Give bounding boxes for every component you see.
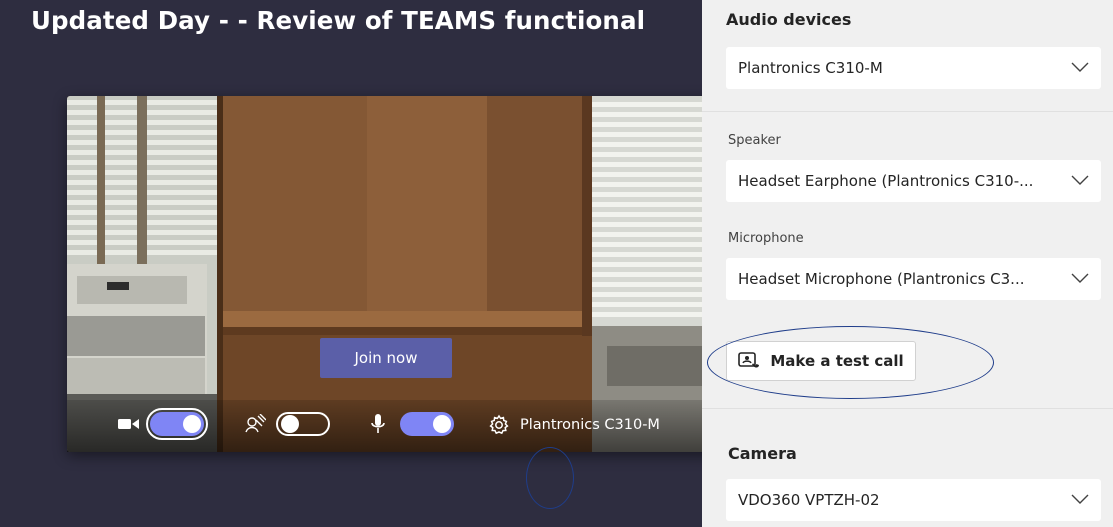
toggle-knob bbox=[183, 415, 201, 433]
toggle-knob bbox=[433, 415, 451, 433]
annotation-ellipse bbox=[707, 326, 994, 399]
speaker-value: Headset Earphone (Plantronics C310-... bbox=[738, 172, 1034, 190]
speaker-select[interactable]: Headset Earphone (Plantronics C310-... bbox=[726, 160, 1101, 202]
microphone-icon bbox=[370, 413, 386, 435]
chevron-down-icon bbox=[1071, 175, 1089, 185]
toggle-knob bbox=[281, 415, 299, 433]
camera-title: Camera bbox=[728, 444, 797, 463]
chevron-down-icon bbox=[1071, 494, 1089, 504]
microphone-value: Headset Microphone (Plantronics C3... bbox=[738, 270, 1025, 288]
audio-devices-title: Audio devices bbox=[726, 10, 852, 29]
join-now-button[interactable]: Join now bbox=[320, 338, 452, 378]
section-divider bbox=[702, 111, 1113, 112]
background-blur-toggle[interactable] bbox=[276, 412, 330, 436]
meeting-title: Updated Day - - Review of TEAMS function… bbox=[31, 6, 646, 35]
camera-toggle[interactable] bbox=[146, 408, 208, 440]
annotation-circle bbox=[526, 447, 574, 509]
gear-icon[interactable] bbox=[488, 414, 510, 436]
camera-value: VDO360 VPTZH-02 bbox=[738, 491, 880, 509]
mic-control bbox=[370, 412, 454, 436]
camera-select[interactable]: VDO360 VPTZH-02 bbox=[726, 479, 1101, 521]
microphone-toggle[interactable] bbox=[400, 412, 454, 436]
background-blur-icon bbox=[244, 413, 267, 434]
microphone-select[interactable]: Headset Microphone (Plantronics C3... bbox=[726, 258, 1101, 300]
video-camera-icon bbox=[118, 416, 140, 432]
camera-feed-image bbox=[67, 96, 702, 452]
audio-device-select[interactable]: Plantronics C310-M bbox=[726, 47, 1101, 89]
chevron-down-icon bbox=[1071, 62, 1089, 72]
camera-control bbox=[118, 408, 208, 440]
meeting-prejoin-area: Updated Day - - Review of TEAMS function… bbox=[0, 0, 702, 527]
audio-device-value: Plantronics C310-M bbox=[738, 59, 883, 77]
video-preview bbox=[67, 96, 702, 452]
device-settings-panel: Audio devices Plantronics C310-M Speaker… bbox=[702, 0, 1113, 527]
selected-device-label: Plantronics C310-M bbox=[520, 417, 660, 433]
microphone-label: Microphone bbox=[728, 231, 804, 246]
blur-control bbox=[244, 412, 330, 436]
speaker-label: Speaker bbox=[728, 133, 781, 148]
chevron-down-icon bbox=[1071, 273, 1089, 283]
section-divider bbox=[702, 408, 1113, 409]
device-settings-control[interactable]: Plantronics C310-M bbox=[488, 414, 660, 436]
